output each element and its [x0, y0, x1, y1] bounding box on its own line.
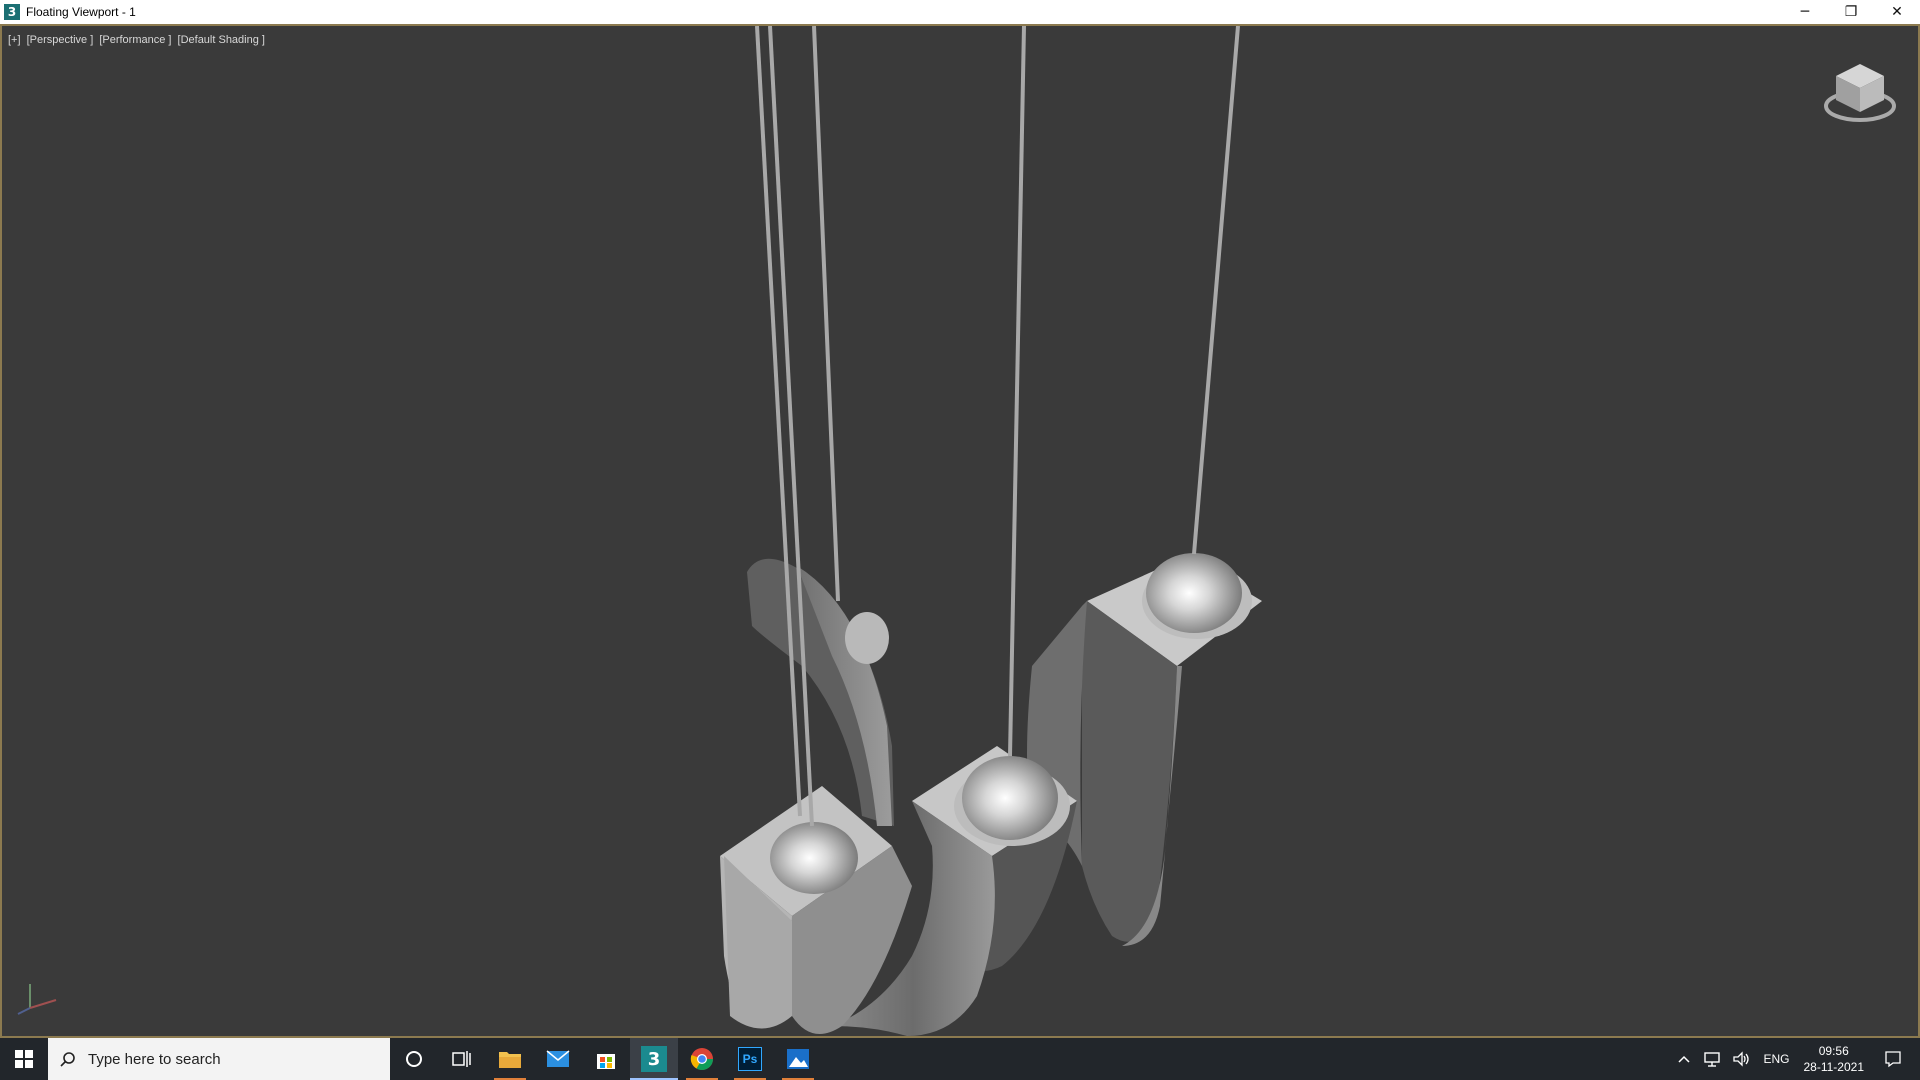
scene-render — [720, 26, 1262, 1036]
mail-button[interactable] — [534, 1038, 582, 1080]
minimize-button[interactable]: ─ — [1782, 0, 1828, 24]
network-button[interactable] — [1703, 1051, 1721, 1067]
close-button[interactable]: ✕ — [1874, 0, 1920, 24]
mail-icon — [546, 1050, 570, 1067]
photos-icon — [787, 1049, 809, 1069]
cortana-button[interactable] — [390, 1038, 438, 1080]
notifications-button[interactable] — [1884, 1050, 1902, 1068]
viewport-menu-shading[interactable]: [Default Shading ] — [178, 34, 265, 46]
notification-icon — [1885, 1051, 1901, 1068]
circle-icon — [406, 1051, 422, 1067]
taskbar: Type here to search 3 Ps ENG 09:56 28-11… — [0, 1038, 1920, 1080]
chrome-button[interactable] — [678, 1038, 726, 1080]
3dsmax-icon: 3 — [641, 1046, 667, 1072]
task-view-button[interactable] — [438, 1038, 486, 1080]
system-tray: ENG 09:56 28-11-2021 — [1671, 1038, 1920, 1080]
viewport[interactable]: [+] [Perspective ] [Performance ] [Defau… — [0, 24, 1920, 1038]
chrome-icon — [690, 1048, 713, 1070]
windows-logo-icon — [15, 1050, 33, 1068]
viewport-labels: [+] [Perspective ] [Performance ] [Defau… — [8, 34, 268, 46]
search-placeholder: Type here to search — [88, 1050, 221, 1068]
window-controls: ─ ❐ ✕ — [1782, 0, 1920, 24]
3dsmax-app-icon: 3 — [4, 4, 20, 20]
network-icon — [1704, 1052, 1721, 1067]
folder-icon — [499, 1052, 521, 1068]
photoshop-button[interactable]: Ps — [726, 1038, 774, 1080]
chevron-up-icon — [1678, 1055, 1691, 1063]
search-icon — [60, 1052, 75, 1067]
viewcube-icon[interactable] — [1822, 58, 1898, 128]
clock[interactable]: 09:56 28-11-2021 — [1804, 1043, 1865, 1075]
clock-date: 28-11-2021 — [1803, 1060, 1865, 1074]
window-title: Floating Viewport - 1 — [26, 5, 136, 19]
clock-time: 09:56 — [1818, 1044, 1849, 1058]
language-indicator[interactable]: ENG — [1763, 1052, 1789, 1066]
task-view-icon — [452, 1051, 471, 1067]
right-tall-shape — [1027, 553, 1262, 946]
store-icon — [597, 1054, 615, 1069]
title-bar: 3 Floating Viewport - 1 ─ ❐ ✕ — [0, 0, 1920, 24]
back-curve-shape — [747, 558, 894, 826]
file-explorer-button[interactable] — [486, 1038, 534, 1080]
show-hidden-icons-button[interactable] — [1677, 1054, 1691, 1064]
3dsmax-button[interactable]: 3 — [630, 1038, 678, 1080]
store-button[interactable] — [582, 1038, 630, 1080]
taskbar-search[interactable]: Type here to search — [48, 1038, 390, 1080]
viewport-menu-plus[interactable]: [+] — [8, 34, 21, 46]
start-button[interactable] — [0, 1038, 48, 1080]
volume-button[interactable] — [1733, 1051, 1751, 1067]
photos-button[interactable] — [774, 1038, 822, 1080]
viewport-menu-performance[interactable]: [Performance ] — [99, 34, 171, 46]
speaker-icon — [1733, 1051, 1750, 1067]
restore-button[interactable]: ❐ — [1828, 0, 1874, 24]
axis-gizmo-icon — [17, 984, 57, 1015]
viewport-menu-perspective[interactable]: [Perspective ] — [27, 34, 94, 46]
photoshop-icon: Ps — [738, 1047, 762, 1071]
